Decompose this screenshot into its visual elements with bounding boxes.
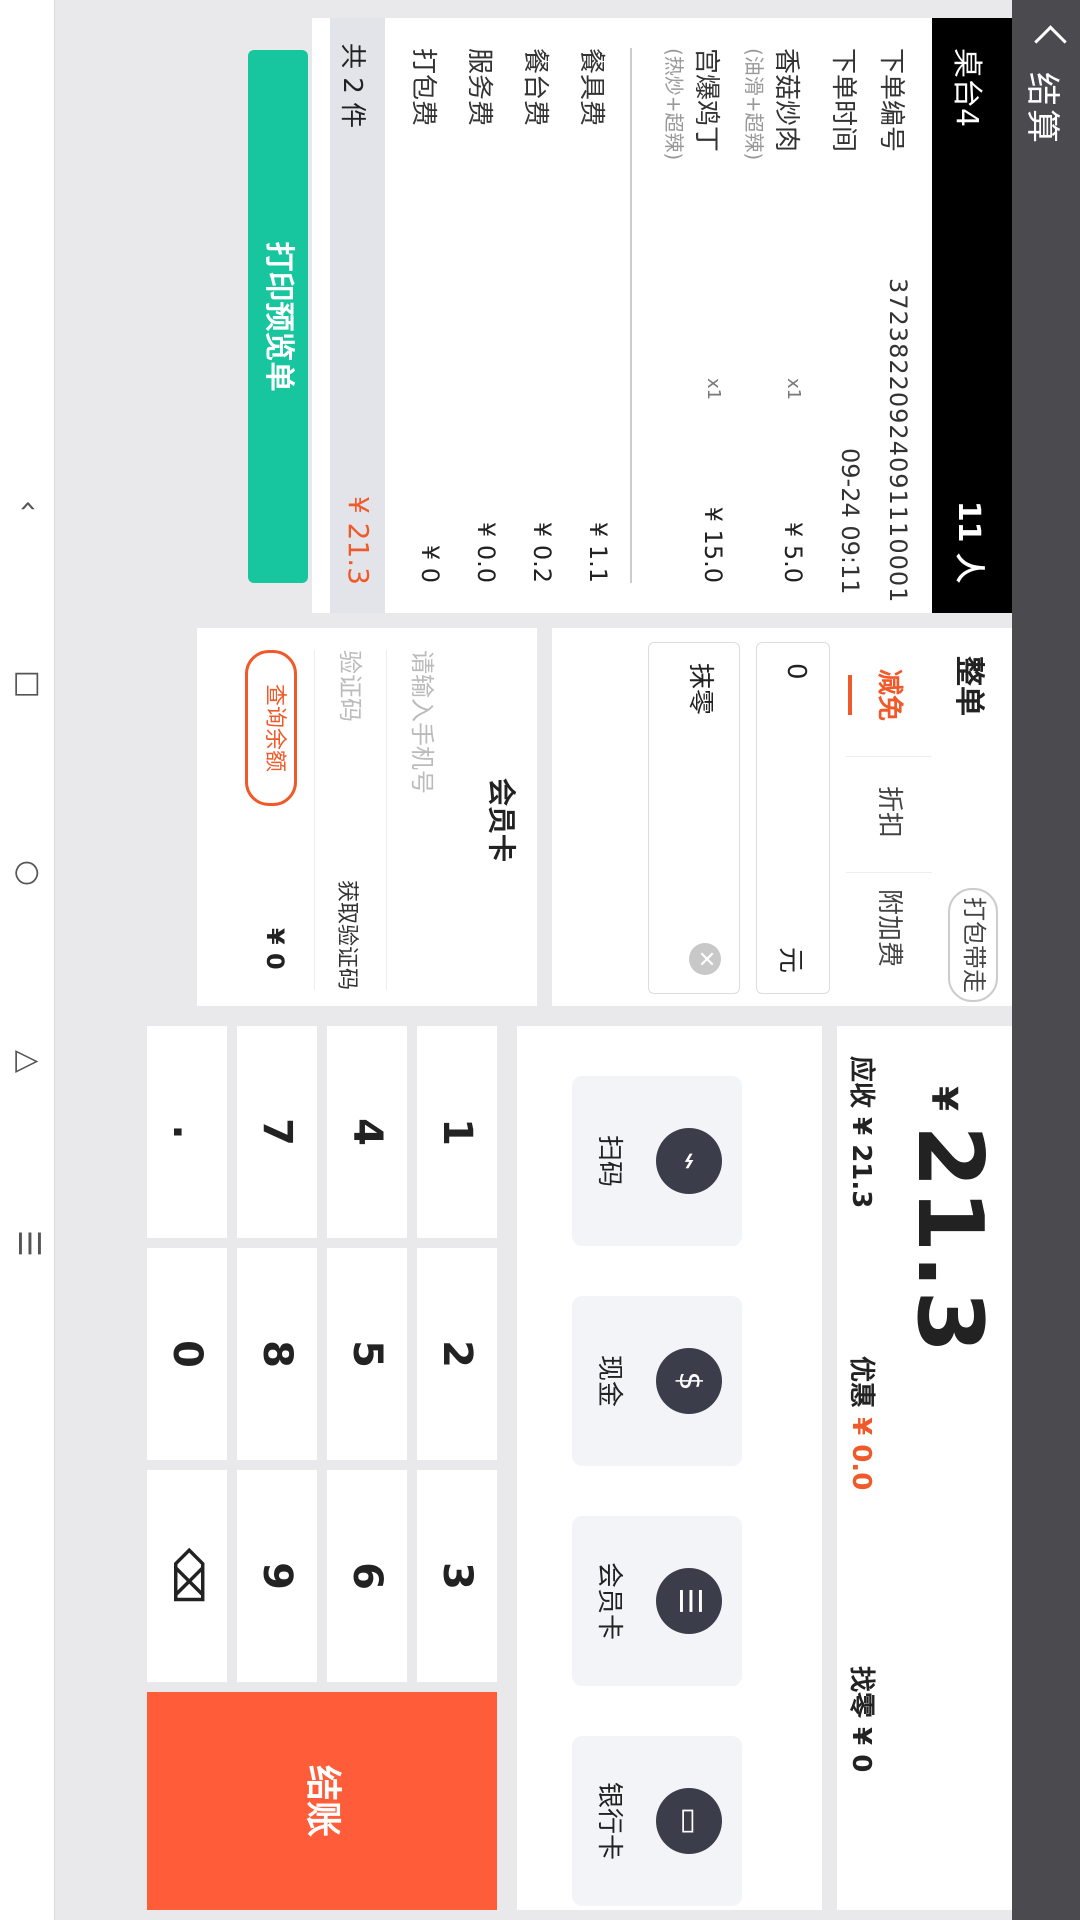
round-off-field[interactable]: 抹零 ✕: [648, 642, 740, 994]
header-bar: 结算: [1012, 0, 1080, 1920]
pay-label: 现金: [594, 1354, 624, 1407]
key-0[interactable]: 0: [147, 1248, 227, 1460]
key-6[interactable]: 6: [327, 1470, 407, 1682]
currency-symbol: ¥: [923, 1086, 965, 1114]
clear-icon[interactable]: ✕: [689, 943, 721, 975]
nav-assistant-icon[interactable]: △: [11, 1050, 46, 1073]
pay-bank-card-button[interactable]: ▭ 银行卡: [572, 1736, 742, 1906]
fee-price: ¥ 0.2: [528, 521, 556, 583]
item-note: (热炒+超辣): [662, 48, 686, 161]
member-balance: ¥ 0: [261, 928, 289, 970]
key-1[interactable]: 1: [417, 1026, 497, 1238]
order-time-label: 下单时间: [828, 48, 858, 153]
discount-value: 0: [781, 663, 811, 680]
nav-recent-icon[interactable]: □: [11, 670, 46, 698]
people-count: 11 人: [951, 500, 986, 583]
scanner-icon: ⌁: [656, 1128, 722, 1194]
key-3[interactable]: 3: [417, 1470, 497, 1682]
phone-input[interactable]: 请输入手机号: [386, 650, 457, 990]
fee-name: 餐台费: [520, 48, 550, 127]
fee-price: ¥ 0: [416, 544, 444, 583]
back-arrow-icon[interactable]: [1034, 25, 1067, 58]
receivable: 应收 ¥ 21.3: [846, 1056, 876, 1209]
item-note: (油滑+超辣): [742, 48, 766, 161]
pay-label: 银行卡: [594, 1781, 624, 1860]
item-name: 香菇炒肉: [771, 48, 801, 153]
pay-member-button[interactable]: ☰ 会员卡: [572, 1516, 742, 1686]
tab-surcharge[interactable]: 附加费: [846, 872, 932, 983]
backspace-icon[interactable]: ⌫: [147, 1470, 227, 1682]
discount-panel: 整单 打包带走 减免 折扣 附加费 0 元 抹零 ✕: [552, 628, 1012, 1006]
key-4[interactable]: 4: [327, 1026, 407, 1238]
discount-title: 整单: [951, 656, 986, 716]
round-off-label: 抹零: [685, 663, 715, 716]
item-qty: x1: [783, 378, 804, 401]
fee-name: 服务费: [464, 48, 494, 127]
cash-icon: $: [656, 1348, 722, 1414]
payment-methods: ⌁ 扫码 $ 现金 ☰ 会员卡 ▭ 银行卡: [517, 1026, 822, 1910]
discount-unit: 元: [775, 946, 805, 973]
discount-summary-label: 优惠: [846, 1356, 876, 1409]
checkout-button[interactable]: 结账: [147, 1692, 497, 1910]
discount-amount-input[interactable]: 0 元: [756, 642, 830, 994]
member-card-icon: ☰: [656, 1568, 722, 1634]
nav-menu-icon[interactable]: ☰: [11, 1230, 46, 1257]
order-total: ¥ 21.3: [342, 495, 375, 585]
nav-back-icon[interactable]: ‹: [11, 500, 46, 512]
order-total-bar: 共 2 件 ¥ 21.3: [330, 18, 385, 613]
key-9[interactable]: 9: [237, 1470, 317, 1682]
member-card-panel: 会员卡 请输入手机号 验证码 获取验证码 查询余额 ¥ 0: [197, 628, 537, 1006]
nav-home-icon[interactable]: ○: [11, 860, 46, 886]
fee-name: 打包费: [408, 48, 438, 127]
item-count: 共 2 件: [337, 43, 367, 129]
order-no: 37238220924091110001: [884, 278, 912, 604]
pay-label: 会员卡: [594, 1561, 624, 1640]
bank-card-icon: ▭: [656, 1788, 722, 1854]
get-code-button[interactable]: 获取验证码: [333, 880, 365, 990]
key-8[interactable]: 8: [237, 1248, 317, 1460]
fee-price: ¥ 1.1: [584, 521, 612, 583]
item-name: 宫爆鸡丁: [691, 48, 721, 153]
pay-cash-button[interactable]: $ 现金: [572, 1296, 742, 1466]
pay-scan-button[interactable]: ⌁ 扫码: [572, 1076, 742, 1246]
table-bar: 桌台4 11 人: [932, 18, 1012, 613]
item-price: ¥ 5.0: [779, 521, 807, 583]
change: 找零 ¥ 0: [846, 1666, 876, 1773]
divider: [630, 48, 632, 583]
fee-name: 餐具费: [576, 48, 606, 127]
keypad: 1 2 3 4 5 6 7 8 9 . 0 ⌫ 结账: [57, 1026, 497, 1910]
tab-reduce[interactable]: 减免: [846, 640, 932, 750]
item-qty: x1: [703, 378, 724, 401]
key-dot[interactable]: .: [147, 1026, 227, 1238]
member-title: 会员卡: [485, 778, 518, 863]
pay-label: 扫码: [594, 1134, 624, 1187]
amount-summary: ¥21.3 应收 ¥ 21.3 优惠 ¥ 0.0 找零 ¥ 0: [837, 1026, 1012, 1910]
fee-price: ¥ 0.0: [472, 521, 500, 583]
key-5[interactable]: 5: [327, 1248, 407, 1460]
tab-discount[interactable]: 折扣: [846, 756, 932, 867]
discount-summary: 优惠 ¥ 0.0: [845, 1356, 882, 1490]
key-7[interactable]: 7: [237, 1026, 317, 1238]
order-card: 下单编号 37238220924091110001 下单时间 09-24 09:…: [312, 18, 1012, 613]
item-price: ¥ 15.0: [699, 506, 727, 583]
total-amount-value: 21.3: [897, 1125, 1002, 1356]
print-preview-button[interactable]: 打印预览单: [248, 50, 308, 583]
discount-summary-value: ¥ 0.0: [846, 1417, 876, 1491]
order-time: 09-24 09:11: [836, 448, 864, 595]
total-amount: ¥21.3: [897, 1086, 1002, 1355]
takeaway-toggle[interactable]: 打包带走: [948, 888, 998, 1002]
system-nav-bar: ‹ □ ○ △ ☰: [0, 0, 55, 1920]
order-no-label: 下单编号: [876, 48, 906, 153]
key-2[interactable]: 2: [417, 1248, 497, 1460]
page-title: 结算: [1022, 72, 1062, 146]
query-balance-button[interactable]: 查询余额: [245, 650, 297, 806]
table-name: 桌台4: [949, 48, 984, 128]
